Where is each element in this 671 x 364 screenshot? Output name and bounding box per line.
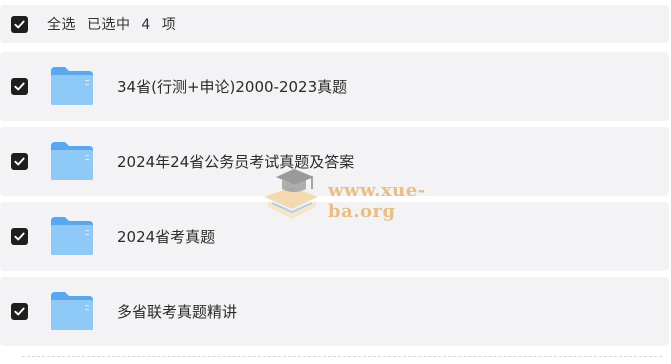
folder-icon xyxy=(51,142,93,180)
folder-icon xyxy=(51,292,93,330)
check-icon xyxy=(14,20,25,29)
folder-icon xyxy=(51,67,93,105)
folder-icon xyxy=(51,217,93,255)
selected-count: 4 xyxy=(141,17,151,33)
check-icon xyxy=(14,157,25,166)
row-checkbox[interactable] xyxy=(11,303,28,320)
select-all-label[interactable]: 全选 xyxy=(47,17,76,33)
check-icon xyxy=(14,307,25,316)
row-checkbox[interactable] xyxy=(11,153,28,170)
list-item[interactable]: 34省(行测+申论)2000-2023真题 xyxy=(0,52,669,121)
select-all-bar: 全选 已选中 4 项 xyxy=(0,5,669,43)
list-item[interactable]: 2024年24省公务员考试真题及答案 xyxy=(0,127,669,196)
selected-prefix: 已选中 xyxy=(86,17,131,33)
list-item[interactable]: 多省联考真题精讲 xyxy=(0,277,669,346)
selection-summary: 全选 已选中 4 项 xyxy=(47,14,182,34)
file-name[interactable]: 2024省考真题 xyxy=(117,226,215,247)
file-name[interactable]: 34省(行测+申论)2000-2023真题 xyxy=(117,76,347,97)
file-name[interactable]: 2024年24省公务员考试真题及答案 xyxy=(117,151,354,172)
file-name[interactable]: 多省联考真题精讲 xyxy=(117,301,237,322)
list-item[interactable]: 2024省考真题 xyxy=(0,202,669,271)
selected-suffix: 项 xyxy=(161,17,177,33)
check-icon xyxy=(14,82,25,91)
check-icon xyxy=(14,232,25,241)
divider xyxy=(22,356,662,357)
row-checkbox[interactable] xyxy=(11,228,28,245)
row-checkbox[interactable] xyxy=(11,78,28,95)
select-all-checkbox[interactable] xyxy=(11,16,28,33)
